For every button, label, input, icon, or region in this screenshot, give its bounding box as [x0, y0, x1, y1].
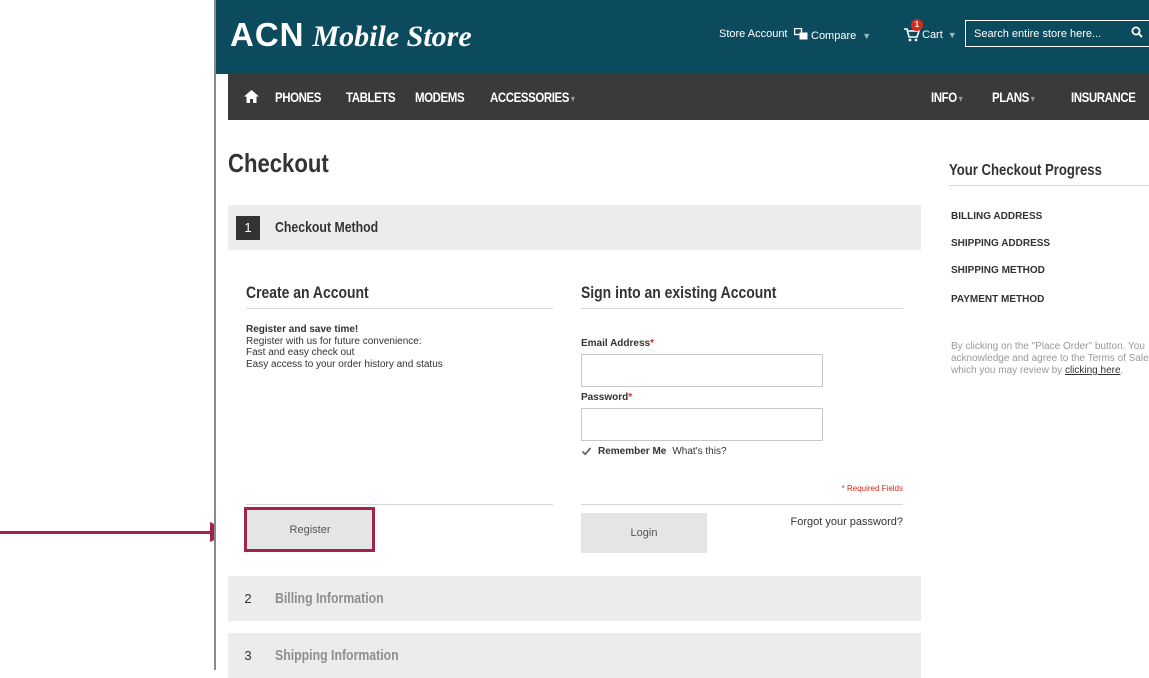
step-title: Billing Information [275, 590, 384, 607]
cart-label: Cart [922, 29, 943, 41]
remember-me-row: Remember Me What's this? [581, 446, 727, 457]
chevron-down-icon: ▾ [956, 94, 963, 105]
password-label-text: Password [581, 392, 629, 403]
site-logo[interactable]: ACN Mobile Store [230, 16, 472, 54]
forgot-password-link[interactable]: Forgot your password? [776, 516, 904, 528]
password-field[interactable] [581, 408, 823, 441]
nav-accessories[interactable]: ACCESSORIES ▾ [490, 89, 575, 105]
nav-accessories-label: ACCESSORIES [490, 89, 570, 105]
nav-insurance[interactable]: INSURANCE [1071, 89, 1136, 105]
register-highlight-box [244, 507, 375, 552]
search-icon[interactable] [1131, 25, 1143, 43]
required-fields-note: * Required Fields [841, 484, 903, 493]
nav-tablets[interactable]: TABLETS [346, 89, 396, 105]
step-title: Checkout Method [275, 219, 379, 236]
required-mark: * [628, 392, 633, 403]
logo-mobile-store: Mobile Store [312, 20, 472, 53]
email-field[interactable] [581, 354, 823, 387]
divider [581, 308, 903, 309]
divider [581, 504, 903, 505]
compare-label: Compare [811, 29, 857, 42]
password-label: Password* [581, 392, 632, 403]
divider [246, 504, 553, 505]
chevron-down-icon: ▾ [569, 94, 575, 105]
compare-icon [793, 27, 808, 43]
logo-acn: ACN [230, 16, 305, 53]
create-account-description: Register and save time! Register with us… [246, 324, 546, 370]
chevron-down-icon: ▼ [862, 30, 872, 41]
register-benefit: Register with us for future convenience: [246, 335, 422, 347]
chevron-down-icon: ▾ [1028, 94, 1035, 105]
required-mark: * [650, 338, 655, 349]
email-label: Email Address* [581, 338, 654, 349]
progress-item: SHIPPING METHOD [951, 265, 1045, 276]
divider [246, 308, 553, 309]
progress-item: BILLING ADDRESS [951, 211, 1043, 222]
checkout-progress-title: Your Checkout Progress [949, 162, 1102, 179]
terms-note: By clicking on the "Place Order" button.… [951, 341, 1149, 377]
step-billing-information[interactable]: 2 Billing Information [228, 576, 921, 621]
cart-count-badge: 1 [911, 19, 923, 31]
chevron-down-icon: ▼ [947, 30, 957, 40]
nav-modems[interactable]: MODEMS [415, 89, 465, 105]
nav-plans-label: PLANS [992, 89, 1029, 105]
cart-icon: 1 [904, 19, 923, 42]
store-account-link[interactable]: Store Account [719, 28, 788, 40]
register-benefit: Easy access to your order history and st… [246, 358, 443, 370]
terms-link[interactable]: clicking here [1065, 365, 1121, 376]
register-lead: Register and save time! [246, 324, 359, 335]
remember-me-checkbox[interactable] [581, 446, 592, 457]
nav-info-label: INFO [931, 89, 957, 105]
step-shipping-information[interactable]: 3 Shipping Information [228, 633, 921, 678]
whats-this-link[interactable]: What's this? [672, 446, 726, 457]
divider [949, 185, 1149, 186]
nav-phones[interactable]: PHONES [275, 89, 321, 105]
step-title: Shipping Information [275, 647, 399, 664]
create-account-heading: Create an Account [246, 283, 369, 302]
step-checkout-method[interactable]: 1 Checkout Method [228, 205, 921, 250]
search-box [965, 20, 1149, 47]
cart-dropdown[interactable]: 1 Cart ▼ [904, 19, 957, 42]
search-input[interactable] [974, 27, 1114, 40]
nav-info[interactable]: INFO ▾ [931, 89, 963, 105]
main-nav: PHONES TABLETS MODEMS ACCESSORIES ▾ INFO… [228, 74, 1149, 120]
remember-me-label: Remember Me [598, 446, 667, 457]
step-number: 3 [244, 648, 252, 663]
page-frame: ACN Mobile Store Store Account Compare ▼ … [214, 0, 1149, 678]
nav-plans[interactable]: PLANS ▾ [992, 89, 1035, 105]
login-button[interactable]: Login [581, 513, 707, 553]
site-header: ACN Mobile Store Store Account Compare ▼ … [216, 0, 1149, 74]
progress-item: SHIPPING ADDRESS [951, 238, 1051, 249]
register-benefit: Fast and easy check out [246, 347, 355, 358]
terms-note-end: . [1120, 365, 1124, 376]
sign-in-heading: Sign into an existing Account [581, 283, 777, 302]
step-number: 1 [236, 216, 260, 240]
home-icon[interactable] [244, 90, 259, 108]
progress-item: PAYMENT METHOD [951, 294, 1045, 305]
email-label-text: Email Address [581, 338, 651, 349]
page-title: Checkout [228, 148, 329, 178]
step-number: 2 [244, 591, 252, 606]
callout-arrow-line [0, 531, 214, 534]
compare-dropdown[interactable]: Compare ▼ [793, 27, 872, 43]
